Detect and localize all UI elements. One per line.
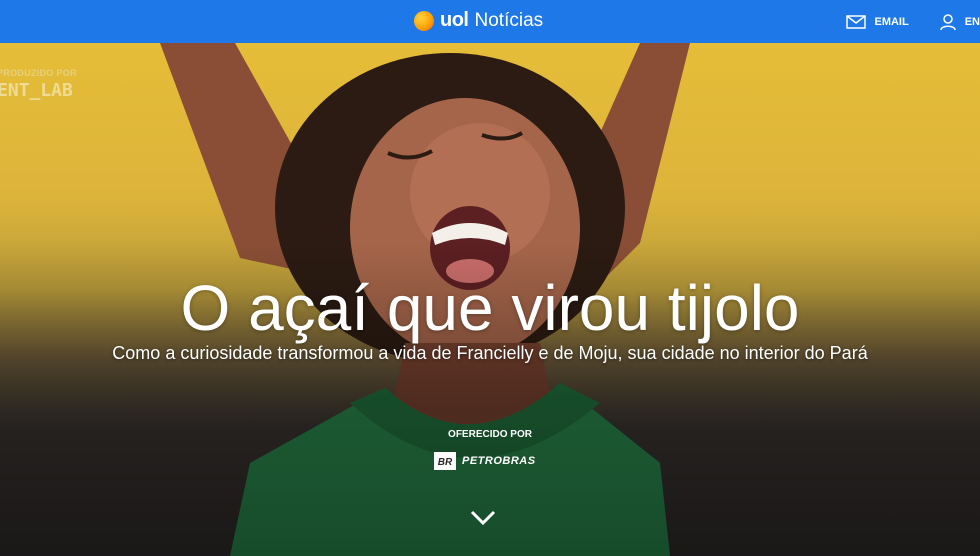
mail-icon [846, 14, 867, 29]
brand-logo-link[interactable]: uol Notícias [414, 9, 543, 32]
chevron-down-icon[interactable] [469, 509, 497, 527]
sponsor-mark: BR [438, 457, 453, 468]
article-title: O açaí que virou tijolo [180, 272, 800, 344]
hero-banner: PRODUZIDO POR ENT_LAB O açaí que virou t… [0, 43, 980, 556]
producer-credit: PRODUZIDO POR ENT_LAB [0, 68, 77, 101]
petrobras-logo-icon: BR [434, 452, 456, 470]
login-link[interactable]: EN [939, 13, 980, 31]
sponsor-label: OFERECIDO POR [448, 429, 532, 440]
article-subtitle: Como a curiosidade transformou a vida de… [112, 343, 868, 363]
login-label: EN [964, 15, 980, 28]
email-label: EMAIL [874, 15, 909, 28]
user-icon [939, 13, 956, 30]
brand-name: uol [440, 9, 469, 31]
uol-logo-icon [414, 10, 434, 31]
section-name: Notícias [474, 9, 544, 31]
producer-name: ENT_LAB [0, 80, 73, 101]
producer-label: PRODUZIDO POR [0, 68, 77, 78]
sponsor-name: PETROBRAS [462, 455, 536, 467]
header-actions: EMAIL EN [846, 0, 980, 43]
top-navigation-bar: uol Notícias EMAIL EN [0, 0, 980, 43]
sponsor-logo[interactable]: BR PETROBRAS [434, 452, 536, 470]
email-link[interactable]: EMAIL [846, 14, 909, 29]
